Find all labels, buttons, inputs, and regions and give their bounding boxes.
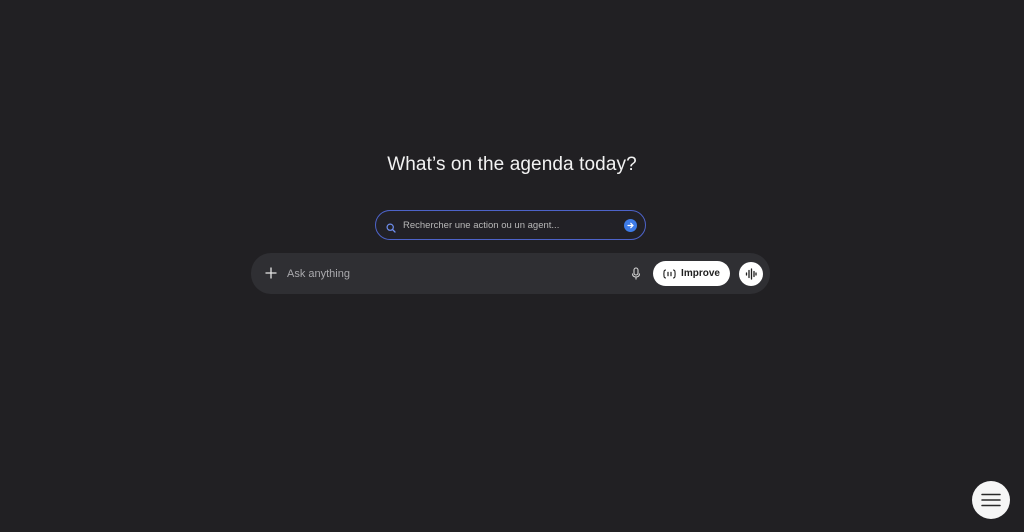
page: What’s on the agenda today? Rechercher u… <box>0 0 1024 532</box>
floating-menu-button[interactable] <box>972 481 1010 519</box>
braces-icon <box>663 268 676 279</box>
search-input[interactable] <box>403 211 613 239</box>
arrow-right-icon <box>627 222 634 229</box>
chat-composer: Improve <box>251 253 770 294</box>
microphone-button[interactable] <box>629 266 643 282</box>
improve-button[interactable]: Improve <box>653 261 730 286</box>
microphone-icon <box>631 267 641 280</box>
improve-label: Improve <box>681 268 720 279</box>
add-attachment-button[interactable] <box>262 264 280 282</box>
action-search-box[interactable] <box>375 210 646 240</box>
voice-mode-button[interactable] <box>739 262 763 286</box>
hamburger-menu-icon <box>981 493 1001 507</box>
search-icon <box>386 220 396 233</box>
plus-icon <box>265 267 277 279</box>
voice-waveform-icon <box>745 268 757 280</box>
search-submit-button[interactable] <box>624 219 637 232</box>
ask-input[interactable] <box>287 253 617 294</box>
page-title: What’s on the agenda today? <box>387 154 637 175</box>
